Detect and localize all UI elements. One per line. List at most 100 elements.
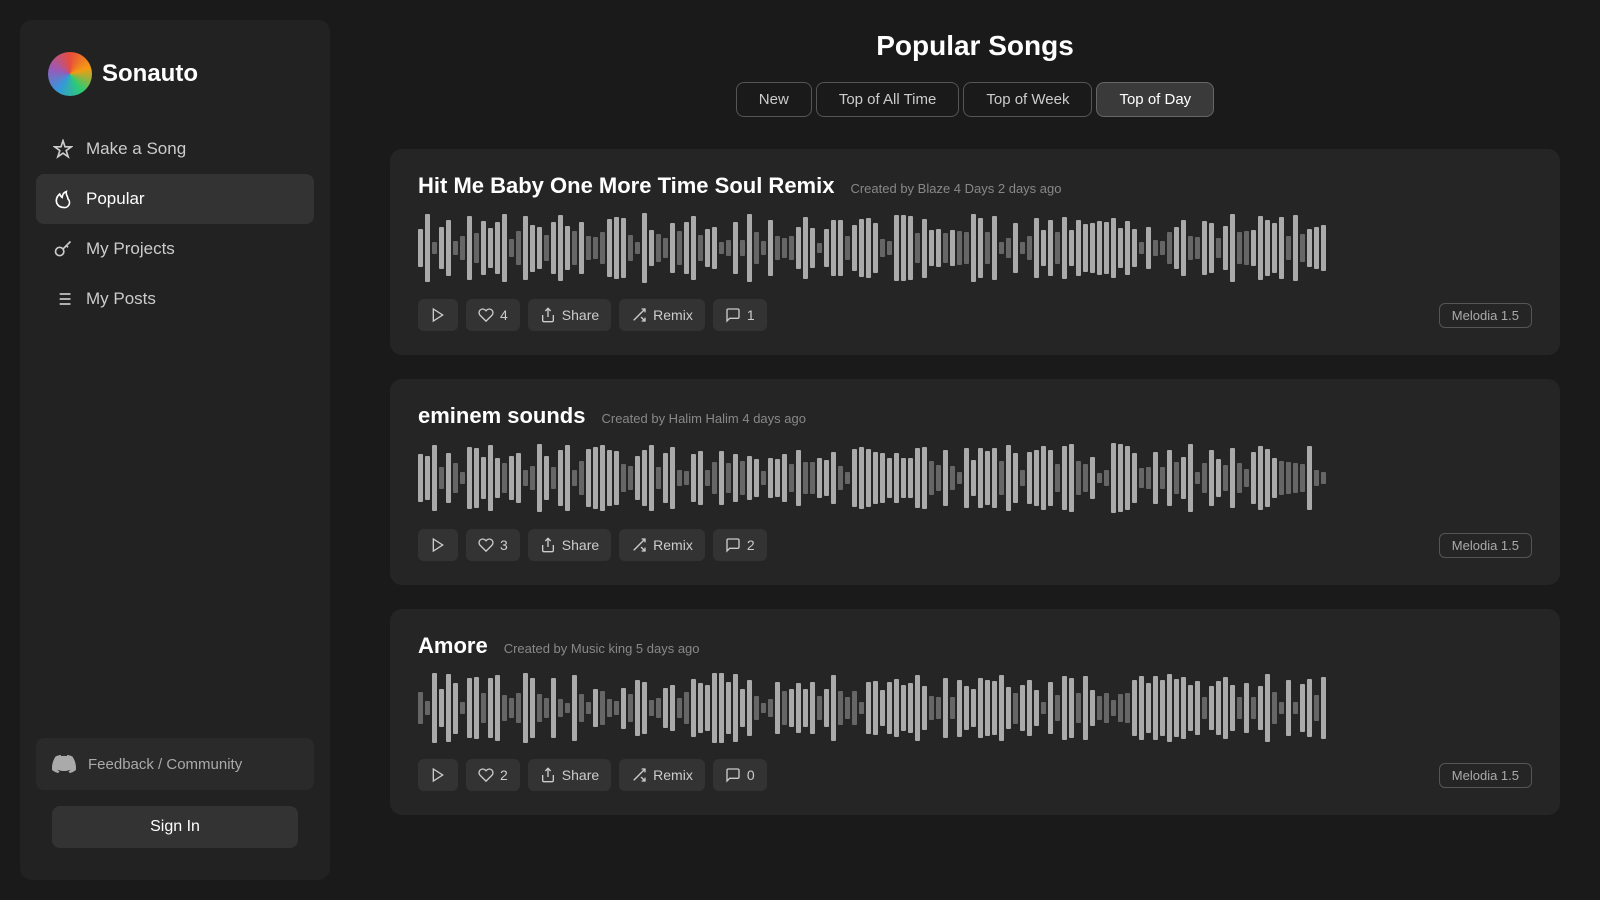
remix-button[interactable]: Remix: [619, 759, 705, 791]
fire-icon: [52, 188, 74, 210]
tab-top-all-time[interactable]: Top of All Time: [816, 82, 960, 117]
waveform-bar: [1083, 464, 1088, 492]
waveform-bar: [579, 461, 584, 495]
play-button[interactable]: [418, 759, 458, 791]
sidebar-item-my-posts[interactable]: My Posts: [36, 274, 314, 324]
waveform[interactable]: [418, 443, 1532, 513]
tab-top-day[interactable]: Top of Day: [1096, 82, 1214, 117]
sidebar: Sonauto Make a Song Popular My Projects …: [20, 20, 330, 880]
waveform-bar: [551, 678, 556, 739]
waveform-bar: [1111, 218, 1116, 277]
waveform-bar: [656, 467, 661, 489]
waveform-bar: [516, 453, 521, 503]
nav-item-label: My Projects: [86, 239, 175, 259]
comment-button[interactable]: 1: [713, 299, 767, 331]
waveform[interactable]: [418, 673, 1532, 743]
waveform-bar: [1139, 468, 1144, 489]
share-button[interactable]: Share: [528, 529, 611, 561]
app-logo-icon: [48, 52, 92, 96]
waveform-bar: [425, 701, 430, 715]
feedback-community-button[interactable]: Feedback / Community: [36, 738, 314, 790]
waveform-bar: [1048, 220, 1053, 276]
like-button[interactable]: 4: [466, 299, 520, 331]
waveform-bar: [775, 682, 780, 734]
waveform-bar: [1055, 695, 1060, 720]
waveform-bar: [1195, 681, 1200, 736]
song-title: eminem sounds: [418, 403, 585, 429]
waveform-bar: [579, 694, 584, 722]
tab-top-week[interactable]: Top of Week: [963, 82, 1092, 117]
remix-label: Remix: [653, 537, 693, 553]
waveform-bar: [859, 219, 864, 277]
waveform-bar: [1020, 685, 1025, 730]
waveform-bar: [684, 692, 689, 724]
share-button[interactable]: Share: [528, 299, 611, 331]
waveform-bar: [845, 697, 850, 719]
waveform-bar: [1188, 236, 1193, 260]
remix-button[interactable]: Remix: [619, 529, 705, 561]
play-button[interactable]: [418, 529, 458, 561]
waveform-bar: [635, 456, 640, 499]
waveform-bar: [1125, 693, 1130, 723]
waveform-bar: [866, 682, 871, 734]
remix-button[interactable]: Remix: [619, 299, 705, 331]
waveform-bar: [1244, 469, 1249, 486]
sidebar-item-my-projects[interactable]: My Projects: [36, 224, 314, 274]
logo-area: Sonauto: [36, 44, 314, 116]
waveform-bar: [698, 451, 703, 505]
waveform-bar: [1062, 217, 1067, 280]
tab-new[interactable]: New: [736, 82, 812, 117]
waveform-bar: [1174, 462, 1179, 493]
waveform-bar: [628, 466, 633, 490]
waveform-bar: [663, 238, 668, 257]
waveform-bar: [593, 447, 598, 510]
sidebar-item-make-song[interactable]: Make a Song: [36, 124, 314, 174]
waveform-bar: [530, 466, 535, 490]
waveform-bar: [1160, 467, 1165, 489]
waveform-bar: [1118, 694, 1123, 721]
waveform-bar: [1209, 686, 1214, 730]
share-button[interactable]: Share: [528, 759, 611, 791]
waveform-bar: [691, 216, 696, 280]
waveform-bar: [894, 215, 899, 281]
song-title: Hit Me Baby One More Time Soul Remix: [418, 173, 834, 199]
like-button[interactable]: 2: [466, 759, 520, 791]
waveform-bar: [509, 239, 514, 256]
comment-button[interactable]: 2: [713, 529, 767, 561]
waveform-bar: [747, 214, 752, 281]
waveform-bar: [1146, 467, 1151, 490]
waveform-bar: [453, 683, 458, 734]
comment-icon: [725, 767, 741, 783]
remix-icon: [631, 307, 647, 323]
waveform-bar: [418, 229, 423, 267]
waveform-bar: [894, 679, 899, 737]
waveform-bar: [1300, 684, 1305, 732]
waveform-bar: [817, 243, 822, 254]
waveform-bar: [782, 238, 787, 258]
waveform-bar: [537, 444, 542, 512]
waveform-bar: [887, 241, 892, 255]
sign-in-button[interactable]: Sign In: [52, 806, 298, 848]
like-button[interactable]: 3: [466, 529, 520, 561]
waveform-bar: [1202, 221, 1207, 276]
waveform-bar: [1027, 680, 1032, 736]
waveform-bar: [796, 450, 801, 506]
waveform-bar: [1125, 446, 1130, 511]
waveform-bar: [845, 472, 850, 484]
song-meta: Created by Music king 5 days ago: [504, 641, 700, 656]
play-button[interactable]: [418, 299, 458, 331]
remix-label: Remix: [653, 307, 693, 323]
waveform[interactable]: [418, 213, 1532, 283]
waveform-bar: [649, 445, 654, 511]
waveform-bar: [831, 220, 836, 276]
waveform-bar: [432, 242, 437, 254]
waveform-bar: [635, 242, 640, 253]
waveform-bar: [1167, 450, 1172, 506]
comment-button[interactable]: 0: [713, 759, 767, 791]
waveform-bar: [985, 232, 990, 264]
waveform-bar: [572, 231, 577, 265]
waveform-bar: [1314, 227, 1319, 269]
waveform-bar: [887, 682, 892, 734]
sidebar-item-popular[interactable]: Popular: [36, 174, 314, 224]
song-actions: 4 Share Remix 1 Melodia 1.5: [418, 299, 1532, 331]
